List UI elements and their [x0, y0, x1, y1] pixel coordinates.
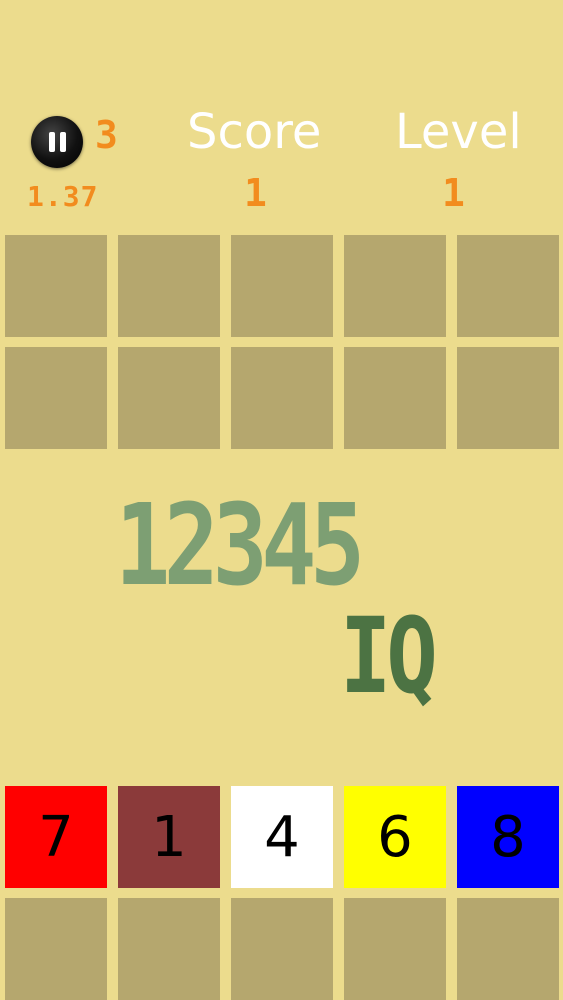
number-tile[interactable]: 7: [5, 786, 107, 888]
pause-button[interactable]: [31, 116, 83, 168]
level-label: Level: [395, 104, 522, 160]
level-value: 1: [442, 171, 465, 215]
score-value: 1: [244, 171, 267, 215]
number-tile[interactable]: 8: [457, 786, 559, 888]
empty-cell: [231, 235, 333, 337]
empty-cell: [344, 347, 446, 449]
empty-cell: [118, 347, 220, 449]
number-tile[interactable]: 6: [344, 786, 446, 888]
empty-cell: [118, 898, 220, 1000]
pause-icon: [48, 132, 66, 152]
empty-row-4: [5, 898, 559, 1000]
empty-cell: [457, 898, 559, 1000]
empty-cell: [5, 347, 107, 449]
empty-cell: [344, 898, 446, 1000]
empty-cell: [344, 235, 446, 337]
empty-cell: [231, 898, 333, 1000]
number-tiles-row: 7 1 4 6 8: [5, 786, 559, 888]
empty-row-2: [5, 347, 559, 449]
number-tile[interactable]: 1: [118, 786, 220, 888]
score-label: Score: [187, 104, 322, 160]
empty-cell: [5, 235, 107, 337]
empty-cell: [5, 898, 107, 1000]
empty-row-1: [5, 235, 559, 337]
sequence-display: 12345: [115, 481, 365, 611]
timer-display: 1.37: [27, 180, 99, 213]
empty-cell: [457, 347, 559, 449]
number-tile[interactable]: 4: [231, 786, 333, 888]
empty-cell: [231, 347, 333, 449]
empty-cell: [118, 235, 220, 337]
lives-count: 3: [95, 113, 118, 157]
iq-label: IQ: [340, 595, 438, 717]
empty-cell: [457, 235, 559, 337]
